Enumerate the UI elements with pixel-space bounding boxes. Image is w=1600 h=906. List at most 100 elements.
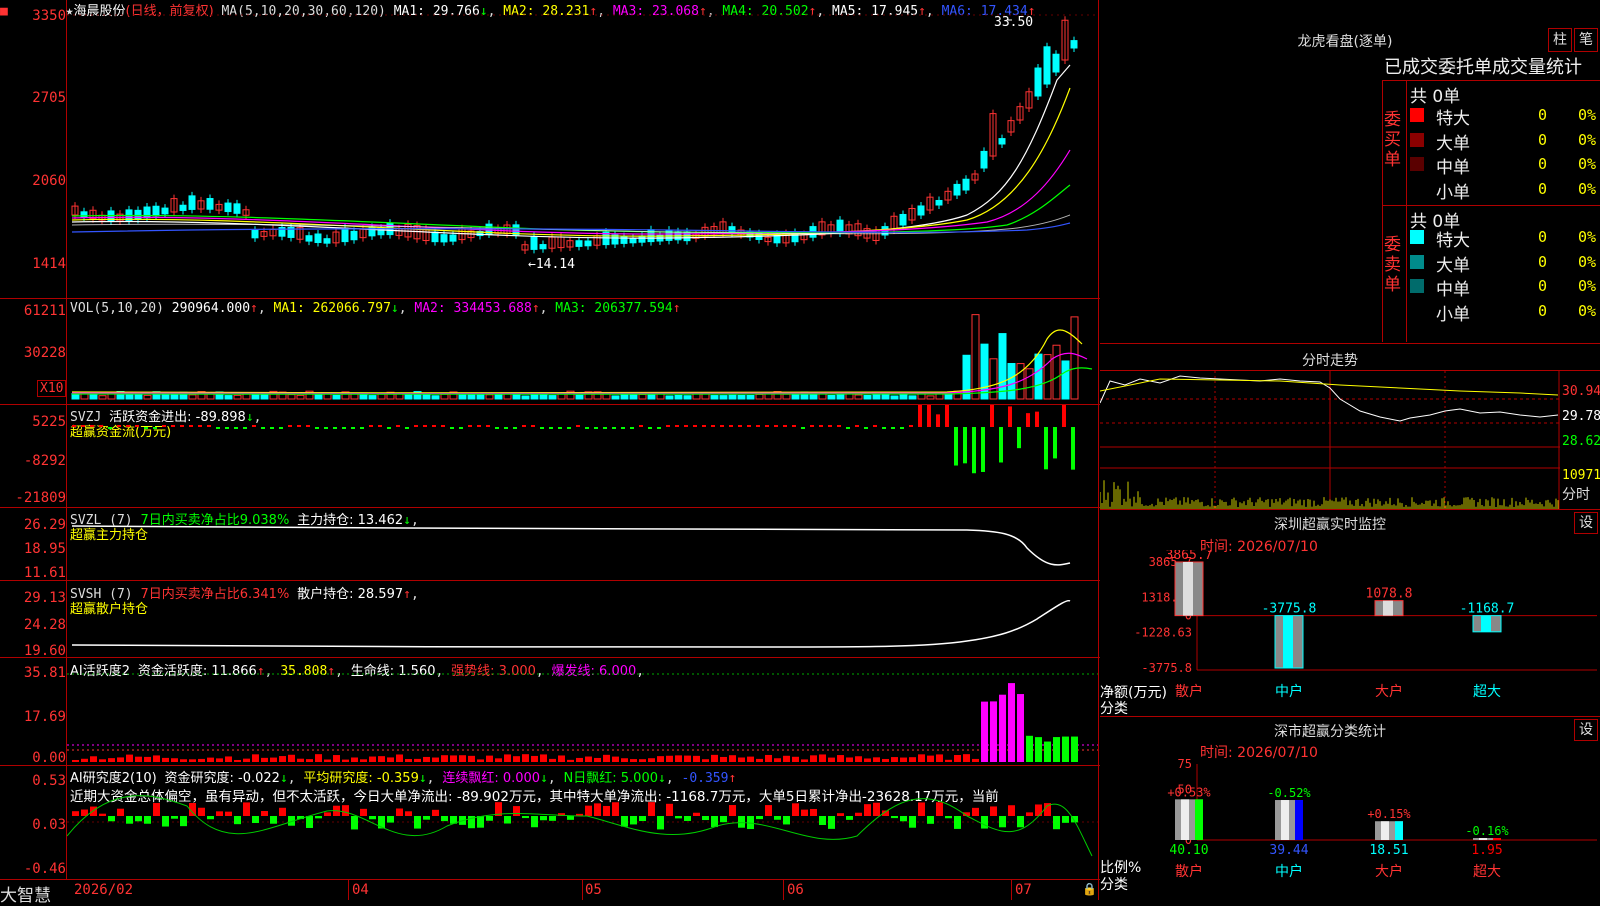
research-bar: [432, 809, 439, 816]
ratio-value-label: 18.51: [1369, 843, 1408, 858]
candle: [584, 240, 592, 247]
research-bar: [351, 816, 358, 830]
intraday-axis-label: 29.78: [1562, 409, 1600, 424]
candle: [530, 235, 538, 250]
flow-bar: [225, 427, 229, 429]
activity-bar: [828, 757, 835, 762]
tick-mode-button[interactable]: 笔: [1574, 28, 1598, 52]
flow-bar: [846, 427, 850, 429]
activity-bar: [621, 758, 628, 762]
research-bar: [1017, 816, 1024, 828]
activity-bar: [90, 756, 97, 762]
main-chart-area[interactable]: ■ ★海晨股份(日线，前复权) MA(5,10,20,30,60,120) MA…: [0, 0, 1100, 906]
volume-bar: [1070, 316, 1079, 400]
candlestick-chart[interactable]: [67, 0, 1098, 298]
activity-bar: [909, 757, 916, 762]
flow-bar: [765, 425, 769, 427]
order-count: 0: [1538, 130, 1548, 149]
flow-bar: [684, 425, 688, 427]
flow-bar: [1035, 411, 1039, 427]
intraday-chart[interactable]: [1100, 371, 1560, 509]
date-tick: [1011, 880, 1012, 900]
volume-bar: [368, 395, 377, 400]
volume-bar: [638, 394, 647, 400]
order-type-label: 特大: [1436, 231, 1470, 251]
order-type-label: 大单: [1436, 133, 1470, 154]
bar-value-label: 1078.8: [1366, 587, 1413, 602]
activity-bar: [747, 756, 754, 762]
flow-bar: [810, 425, 814, 427]
date-label: 05: [585, 882, 602, 898]
svzj-axis-label: 5225: [32, 414, 66, 430]
activity-bar: [1008, 683, 1015, 762]
flow-bar: [126, 425, 130, 427]
activity-bar: [648, 758, 655, 762]
candle: [188, 195, 196, 210]
sz-class-settings-button[interactable]: 设: [1574, 719, 1598, 741]
activity-bar: [162, 757, 169, 762]
category-label: 大户: [1375, 863, 1403, 880]
volume-bar: [485, 394, 494, 400]
candle: [629, 237, 637, 244]
flow-bar: [315, 427, 319, 429]
activity-bar: [1035, 737, 1042, 762]
research-bar: [108, 816, 115, 822]
candle: [440, 234, 448, 243]
activity-bar: [126, 754, 133, 762]
ai-axis-label: 0.00: [32, 750, 66, 766]
flow-bar: [891, 427, 895, 429]
volume-bar: [188, 394, 197, 400]
activity-bar: [720, 756, 727, 762]
candle: [539, 244, 547, 250]
flow-bar: [603, 427, 607, 429]
volume-bar: [206, 393, 215, 400]
category-label: 大户: [1375, 683, 1403, 700]
research-bar: [810, 808, 817, 816]
vol-unit-badge[interactable]: X10: [37, 380, 67, 397]
candle: [206, 198, 214, 210]
research-bar: [837, 813, 844, 816]
app-logo[interactable]: 大智慧: [0, 881, 51, 906]
flow-bar: [441, 425, 445, 427]
bar-value-label: -3775.8: [1262, 602, 1317, 617]
flow-bar: [576, 425, 580, 427]
flow-bar: [261, 427, 265, 429]
order-row: 小单 0 0%: [1410, 300, 1600, 325]
flow-bar: [630, 427, 634, 429]
flow-bar: [657, 427, 661, 429]
research-bar: [342, 805, 349, 816]
bar-value-label: 3865.7: [1166, 550, 1213, 563]
research-bar: [999, 816, 1006, 828]
ratio-bar-highlight: [1381, 821, 1389, 840]
sz-monitor-settings-button[interactable]: 设: [1574, 512, 1598, 534]
research-bar: [594, 803, 601, 816]
activity-bar: [927, 755, 934, 762]
flow-bar: [729, 425, 733, 427]
research-bar: [630, 816, 637, 825]
activity-bar: [1017, 694, 1024, 762]
order-pct: 0%: [1578, 277, 1597, 295]
research-bar: [387, 816, 394, 823]
activity-bar: [774, 758, 781, 762]
ai-activity-chart: [67, 673, 1098, 762]
flow-bar: [153, 427, 157, 429]
candle: [224, 202, 232, 213]
flow-bar: [1044, 427, 1048, 470]
activity-bar: [216, 758, 223, 762]
lock-icon[interactable]: 🔒: [1082, 882, 1097, 896]
bar-mode-button[interactable]: 柱: [1548, 28, 1572, 52]
activity-bar: [261, 757, 268, 762]
flow-bar: [243, 427, 247, 429]
candle: [152, 205, 160, 217]
svzj-axis-label: -8292: [23, 453, 66, 469]
activity-bar: [549, 758, 556, 762]
candle: [899, 213, 907, 226]
research-axis-label: 0.03: [32, 817, 66, 833]
volume-bar: [926, 395, 935, 400]
activity-bar: [153, 755, 160, 762]
research-bar: [270, 816, 277, 824]
volume-bar: [431, 395, 440, 400]
research-bar: [531, 816, 538, 828]
activity-bar: [675, 755, 682, 762]
research-bar: [1008, 805, 1015, 816]
